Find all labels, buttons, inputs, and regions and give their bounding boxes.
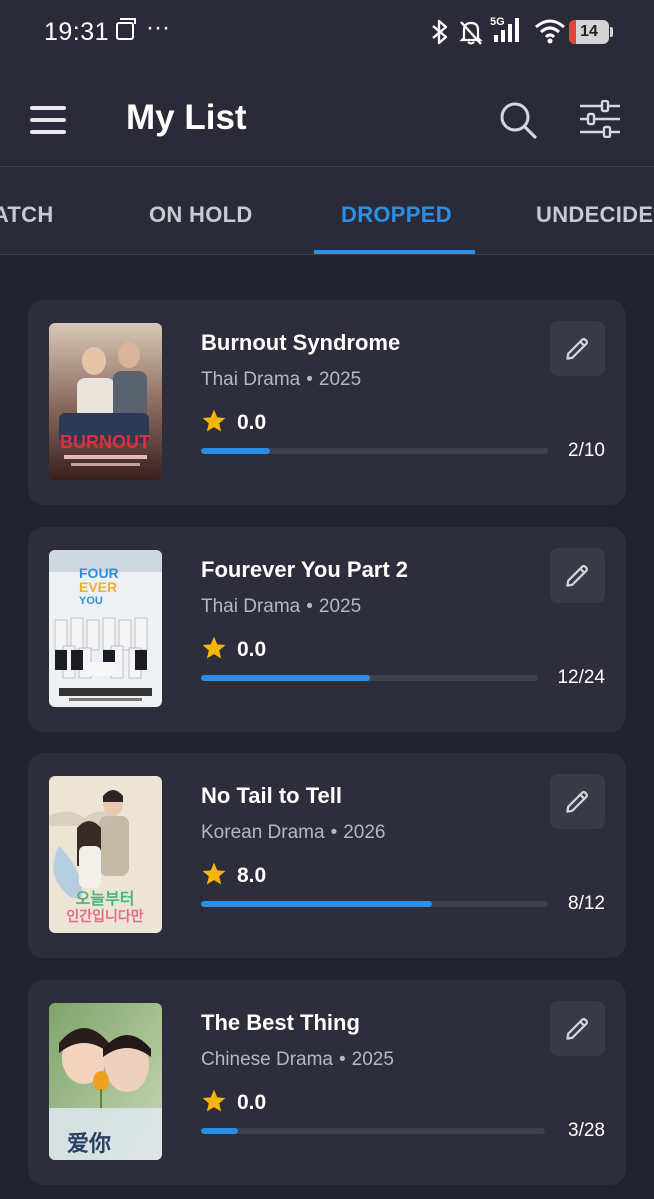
item-title: No Tail to Tell bbox=[201, 783, 342, 808]
network-type: 5G bbox=[490, 16, 505, 28]
progress-track bbox=[201, 448, 548, 454]
poster-image[interactable]: BURNOUT bbox=[49, 323, 162, 480]
svg-text:인간입니다만: 인간입니다만 bbox=[66, 908, 143, 925]
edit-button[interactable] bbox=[550, 321, 605, 376]
search-icon[interactable] bbox=[498, 100, 538, 140]
item-category: Korean Drama bbox=[201, 822, 325, 843]
item-category: Thai Drama bbox=[201, 596, 301, 617]
screen-icon bbox=[116, 18, 136, 40]
tab-on-hold[interactable]: ON HOLD bbox=[149, 202, 253, 228]
item-meta: Chinese Drama • 2025 bbox=[201, 1049, 394, 1071]
svg-text:YOU: YOU bbox=[79, 595, 103, 607]
tab-bar: WATCH ON HOLD DROPPED UNDECIDED bbox=[0, 167, 654, 255]
item-year: 2025 bbox=[318, 596, 362, 617]
battery-icon: 14 bbox=[569, 20, 609, 44]
edit-button[interactable] bbox=[550, 774, 605, 829]
item-meta: Korean Drama • 2026 bbox=[201, 822, 386, 844]
item-meta: Thai Drama • 2025 bbox=[201, 369, 361, 391]
battery-tip bbox=[610, 27, 613, 37]
battery-level: 14 bbox=[580, 23, 598, 40]
separator-dot: • bbox=[330, 822, 338, 843]
episode-count: 8/12 bbox=[568, 893, 605, 914]
edit-button[interactable] bbox=[550, 548, 605, 603]
list-item[interactable]: FOUR EVER YOU Fourever You Part 2 Thai D… bbox=[28, 527, 626, 732]
wifi-icon bbox=[535, 19, 565, 44]
separator-dot: • bbox=[339, 1049, 346, 1070]
mute-icon bbox=[459, 21, 483, 45]
edit-button[interactable] bbox=[550, 1001, 605, 1056]
pencil-icon bbox=[566, 564, 589, 587]
star-icon bbox=[202, 1089, 226, 1112]
poster-image[interactable]: FOUR EVER YOU bbox=[49, 550, 162, 707]
poster-image[interactable]: 爱你 bbox=[49, 1003, 162, 1160]
star-icon bbox=[202, 636, 226, 659]
item-year: 2026 bbox=[343, 822, 386, 843]
svg-text:EVER: EVER bbox=[79, 579, 117, 595]
separator-dot: • bbox=[306, 369, 313, 390]
signal-icon: 5G bbox=[490, 16, 519, 42]
progress-bar bbox=[201, 901, 433, 907]
item-title: Fourever You Part 2 bbox=[201, 557, 409, 582]
tab-dropped[interactable]: DROPPED bbox=[341, 202, 452, 228]
svg-text:爱你: 爱你 bbox=[67, 1132, 111, 1157]
item-rating: 0.0 bbox=[237, 411, 267, 434]
tab-watch[interactable]: WATCH bbox=[0, 202, 54, 228]
item-title: The Best Thing bbox=[201, 1010, 360, 1035]
menu-icon[interactable] bbox=[30, 102, 66, 134]
progress-bar bbox=[201, 448, 271, 454]
bluetooth-icon bbox=[432, 19, 448, 45]
list-item[interactable]: 爱你 The Best Thing Chinese Drama • 2025 0.0… bbox=[28, 980, 626, 1185]
svg-text:오늘부터: 오늘부터 bbox=[76, 889, 135, 908]
status-time: 19:31 bbox=[44, 18, 110, 46]
episode-count: 2/10 bbox=[568, 440, 605, 461]
tabs-divider bbox=[0, 254, 654, 255]
page-title: My List bbox=[126, 98, 247, 137]
item-rating: 0.0 bbox=[237, 1091, 267, 1114]
episode-count: 12/24 bbox=[557, 667, 605, 688]
separator-dot: • bbox=[306, 596, 313, 617]
item-rating: 8.0 bbox=[237, 864, 267, 887]
item-year: 2025 bbox=[351, 1049, 394, 1070]
pencil-icon bbox=[566, 1017, 589, 1040]
pencil-icon bbox=[566, 790, 589, 813]
svg-text:BURNOUT: BURNOUT bbox=[60, 432, 150, 452]
item-rating: 0.0 bbox=[237, 638, 267, 661]
progress-bar bbox=[201, 675, 370, 681]
item-year: 2025 bbox=[318, 369, 362, 390]
progress-bar bbox=[201, 1128, 238, 1134]
item-category: Chinese Drama bbox=[201, 1049, 333, 1070]
filter-icon[interactable] bbox=[578, 100, 622, 138]
progress-track bbox=[201, 675, 538, 681]
episode-count: 3/28 bbox=[568, 1120, 605, 1141]
progress-track bbox=[201, 1128, 545, 1134]
item-title: Burnout Syndrome bbox=[201, 330, 401, 355]
item-meta: Thai Drama • 2025 bbox=[201, 596, 361, 618]
more-dots-icon: ··· bbox=[146, 14, 170, 41]
progress-track bbox=[201, 901, 548, 907]
star-icon bbox=[202, 862, 226, 885]
list-item[interactable]: BURNOUT Burnout Syndrome Thai Drama • 2025… bbox=[28, 300, 626, 505]
pencil-icon bbox=[566, 337, 589, 360]
tab-undecided[interactable]: UNDECIDED bbox=[536, 202, 654, 228]
item-category: Thai Drama bbox=[201, 369, 301, 390]
poster-image[interactable]: 오늘부터 인간입니다만 bbox=[49, 776, 162, 933]
top-bar: 19:31 ··· 5G 14 My List bbox=[0, 0, 654, 166]
status-bar: 19:31 ··· 5G 14 bbox=[0, 0, 654, 66]
list-item[interactable]: 오늘부터 인간입니다만 No Tail to Tell Korean Drama… bbox=[28, 753, 626, 958]
star-icon bbox=[202, 409, 226, 432]
